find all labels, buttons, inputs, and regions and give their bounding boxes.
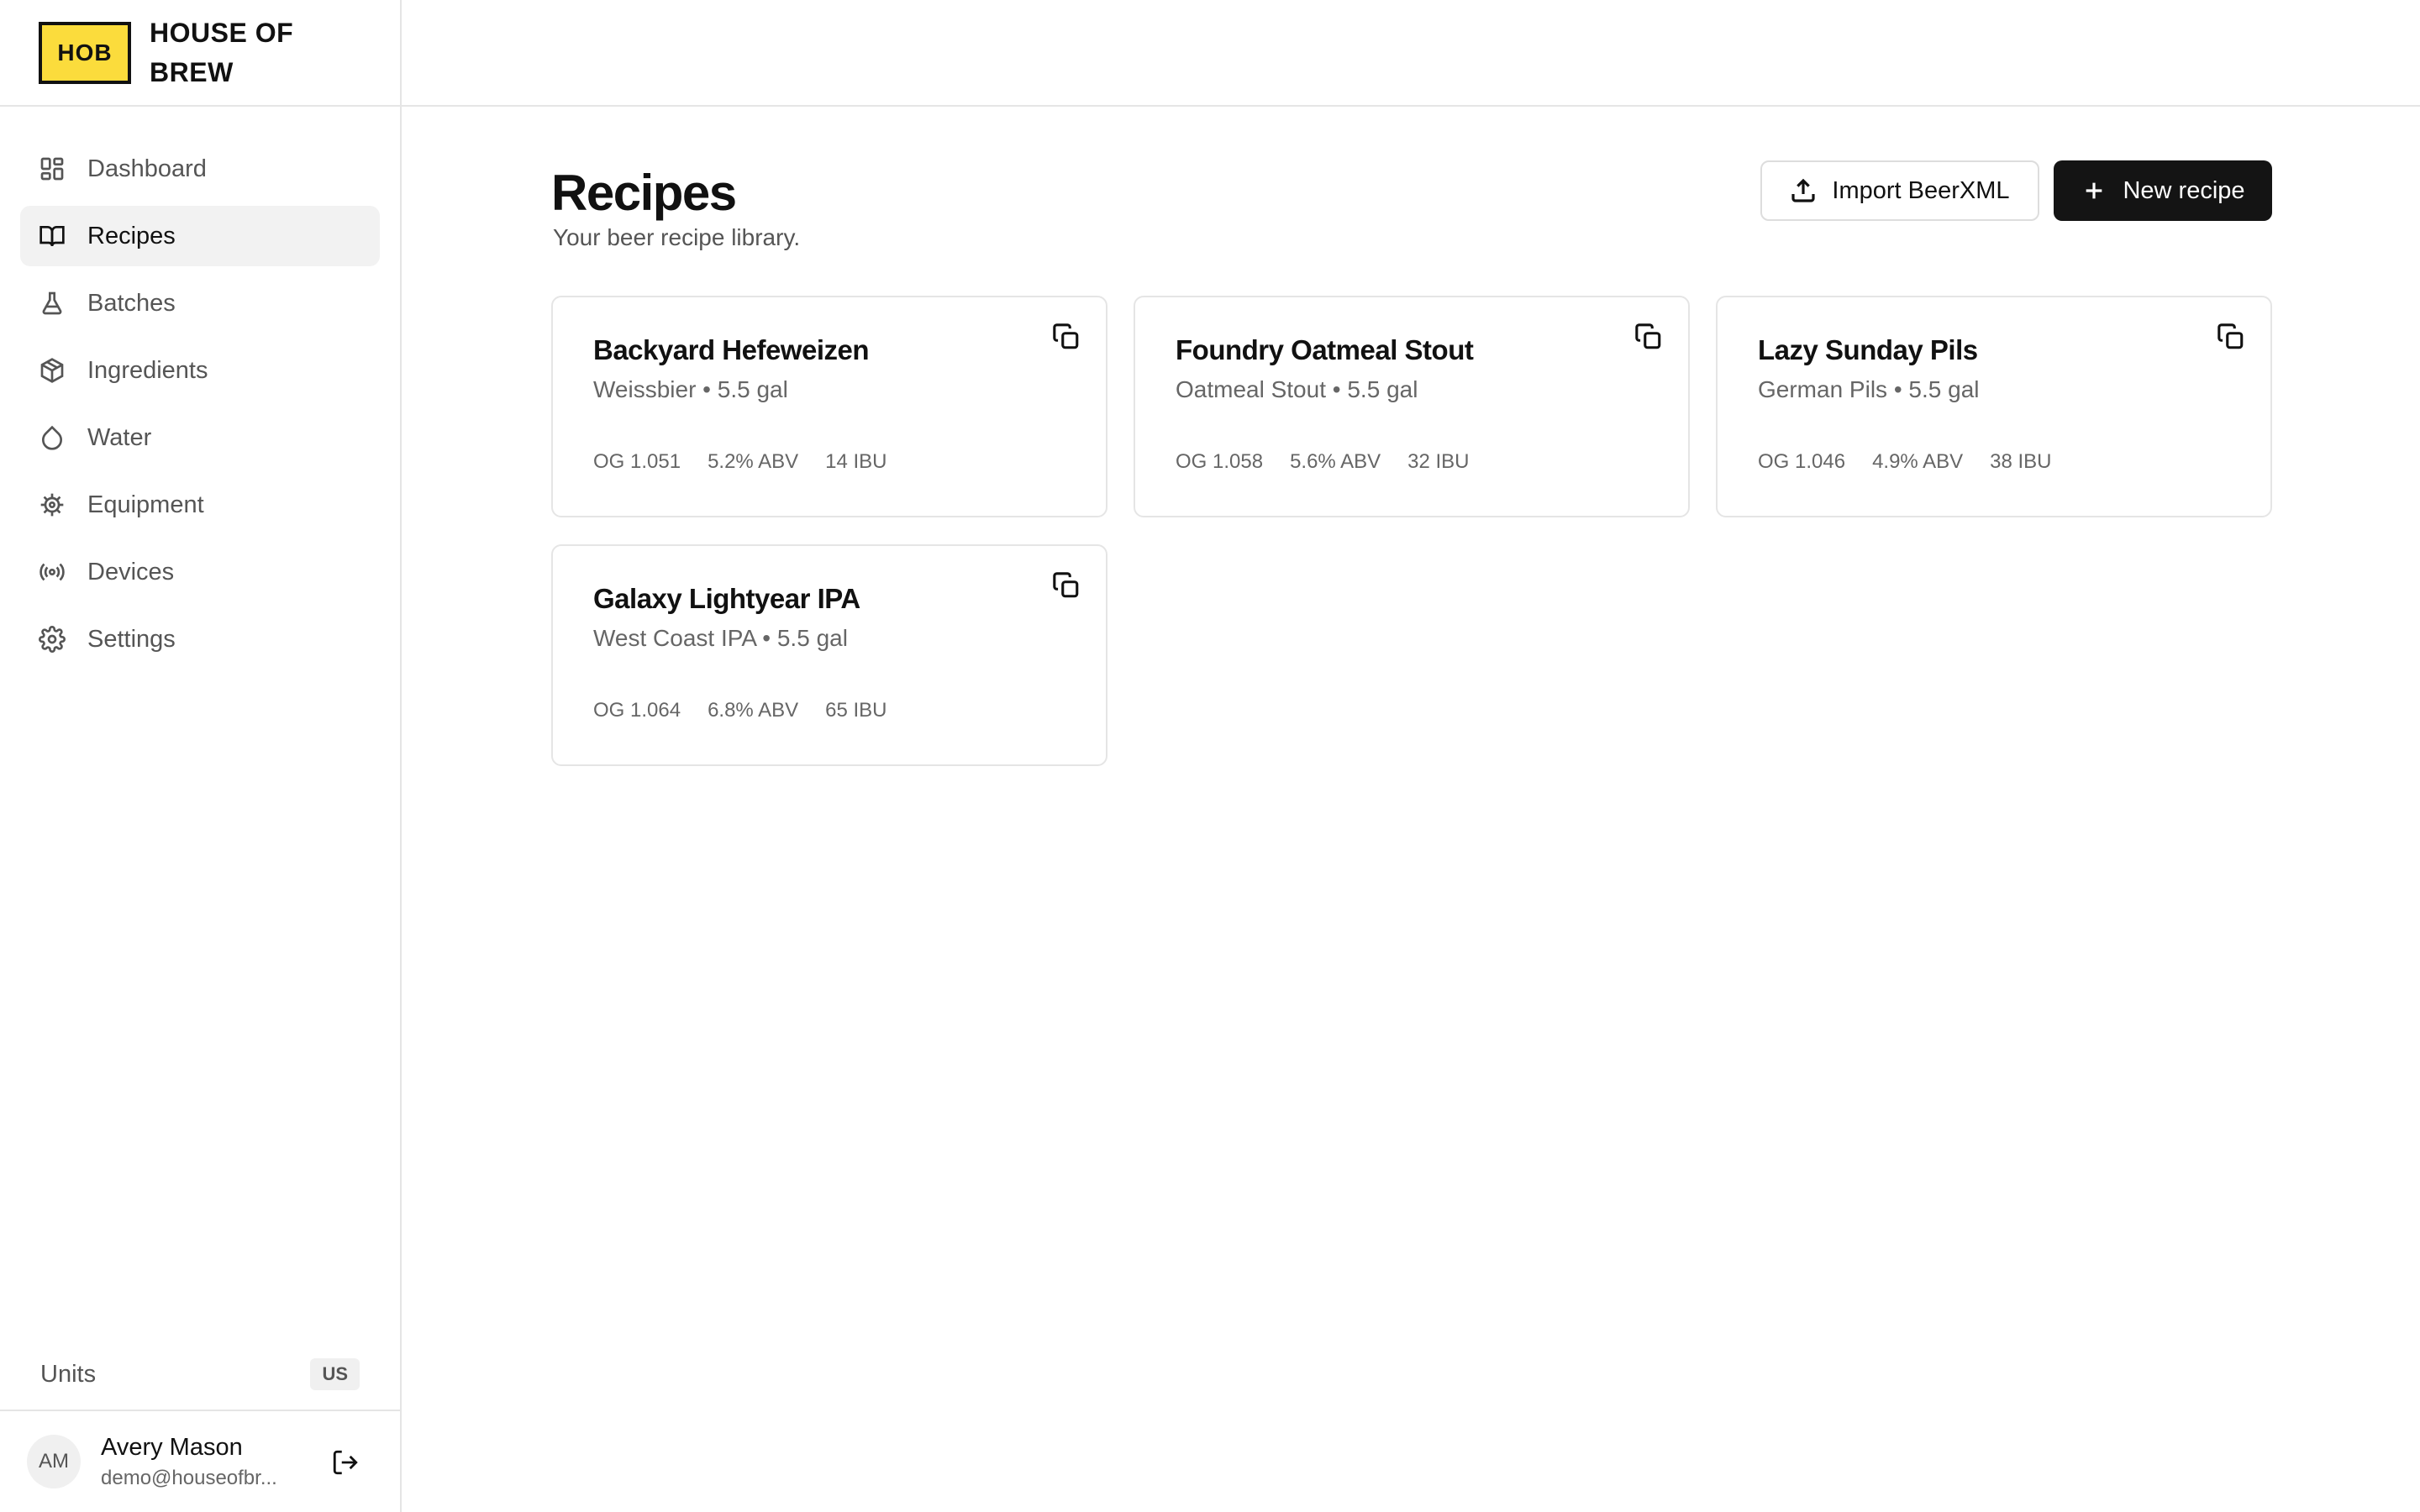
- sidebar-item-batches[interactable]: Batches: [20, 273, 380, 333]
- sidebar-item-label: Equipment: [87, 491, 204, 518]
- sidebar: HOB HOUSE OF BREW Dashboard Recipes Batc…: [0, 0, 402, 1512]
- recipe-title: Galaxy Lightyear IPA: [593, 583, 860, 614]
- cog-icon: [39, 491, 66, 518]
- recipe-abv: 5.2% ABV: [708, 450, 799, 473]
- brand-name: HOUSE OF BREW: [150, 17, 294, 87]
- sidebar-item-label: Water: [87, 423, 152, 451]
- sidebar-item-recipes[interactable]: Recipes: [20, 206, 380, 266]
- recipe-stats: OG 1.058 5.6% ABV 32 IBU: [1176, 450, 1497, 474]
- recipe-card[interactable]: Backyard Hefeweizen Weissbier • 5.5 gal …: [551, 296, 1107, 517]
- top-bar: [402, 0, 2420, 107]
- recipe-title: Foundry Oatmeal Stout: [1176, 334, 1474, 365]
- user-name: Avery Mason: [101, 1433, 243, 1461]
- logo[interactable]: HOB: [39, 21, 131, 84]
- recipe-og: OG 1.051: [593, 450, 681, 473]
- recipe-ibu: 14 IBU: [825, 450, 887, 473]
- sidebar-item-label: Batches: [87, 289, 176, 317]
- recipe-style: West Coast IPA: [593, 625, 756, 651]
- recipe-subtitle: German Pils • 5.5 gal: [1758, 376, 1980, 402]
- recipe-subtitle: Weissbier • 5.5 gal: [593, 376, 788, 402]
- sidebar-item-water[interactable]: Water: [20, 407, 380, 468]
- plus-icon: [2086, 182, 2102, 199]
- droplet-icon: [39, 424, 66, 451]
- recipe-abv: 4.9% ABV: [1872, 450, 1964, 473]
- recipe-stats: OG 1.046 4.9% ABV 38 IBU: [1758, 450, 2079, 474]
- copy-icon[interactable]: [1052, 571, 1081, 600]
- user-info: Avery Mason demo@houseofbr...: [101, 1434, 302, 1490]
- recipe-card[interactable]: Galaxy Lightyear IPA West Coast IPA • 5.…: [551, 544, 1107, 766]
- brand-header: HOB HOUSE OF BREW: [0, 0, 400, 107]
- recipe-ibu: 65 IBU: [825, 699, 887, 722]
- recipe-ibu: 32 IBU: [1407, 450, 1470, 473]
- sidebar-item-label: Settings: [87, 625, 176, 653]
- recipe-volume: 5.5 gal: [1347, 376, 1418, 402]
- recipe-style: German Pils: [1758, 376, 1888, 402]
- units-label: Units: [40, 1360, 97, 1388]
- recipe-style: Oatmeal Stout: [1176, 376, 1326, 402]
- sidebar-item-label: Ingredients: [87, 356, 208, 384]
- sidebar-item-devices[interactable]: Devices: [20, 542, 380, 602]
- recipe-title: Lazy Sunday Pils: [1758, 334, 1978, 365]
- logout-icon[interactable]: [331, 1448, 360, 1477]
- recipe-abv: 5.6% ABV: [1290, 450, 1381, 473]
- sidebar-item-equipment[interactable]: Equipment: [20, 475, 380, 535]
- sidebar-item-label: Devices: [87, 558, 175, 585]
- import-beerxml-button[interactable]: Import BeerXML: [1760, 160, 2039, 221]
- copy-icon[interactable]: [1634, 323, 1663, 351]
- new-recipe-button[interactable]: New recipe: [2054, 160, 2272, 221]
- settings-icon: [39, 626, 66, 653]
- sidebar-item-ingredients[interactable]: Ingredients: [20, 340, 380, 401]
- upload-icon: [1791, 178, 1816, 202]
- import-button-label: Import BeerXML: [1832, 176, 2010, 204]
- recipe-card[interactable]: Lazy Sunday Pils German Pils • 5.5 gal O…: [1716, 296, 2272, 517]
- recipe-style: Weissbier: [593, 376, 697, 402]
- recipe-stats: OG 1.064 6.8% ABV 65 IBU: [593, 699, 914, 722]
- units-badge[interactable]: US: [310, 1358, 360, 1390]
- recipe-og: OG 1.058: [1176, 450, 1264, 473]
- recipe-volume: 5.5 gal: [776, 625, 848, 651]
- recipe-card[interactable]: Foundry Oatmeal Stout Oatmeal Stout • 5.…: [1134, 296, 1690, 517]
- new-recipe-button-label: New recipe: [2123, 176, 2245, 204]
- recipe-abv: 6.8% ABV: [708, 699, 799, 722]
- dashboard-icon: [39, 155, 66, 182]
- book-icon: [39, 223, 66, 249]
- sidebar-item-settings[interactable]: Settings: [20, 609, 380, 669]
- sidebar-item-label: Recipes: [87, 222, 176, 249]
- recipe-volume: 5.5 gal: [1908, 376, 1980, 402]
- radio-icon: [39, 559, 66, 585]
- recipe-stats: OG 1.051 5.2% ABV 14 IBU: [593, 450, 914, 474]
- copy-icon[interactable]: [1052, 323, 1081, 351]
- units-toggle[interactable]: Units US: [0, 1339, 400, 1411]
- user-email: demo@houseofbr...: [101, 1466, 277, 1489]
- recipe-volume: 5.5 gal: [717, 376, 788, 402]
- sidebar-nav: Dashboard Recipes Batches Ingredients Wa…: [0, 107, 400, 669]
- user-profile: AM Avery Mason demo@houseofbr...: [0, 1411, 400, 1512]
- recipe-subtitle: West Coast IPA • 5.5 gal: [593, 625, 848, 651]
- avatar[interactable]: AM: [27, 1435, 81, 1488]
- recipe-title: Backyard Hefeweizen: [593, 334, 870, 365]
- flask-icon: [39, 290, 66, 317]
- page-subtitle: Your beer recipe library.: [553, 224, 801, 250]
- sidebar-item-dashboard[interactable]: Dashboard: [20, 139, 380, 199]
- recipe-og: OG 1.046: [1758, 450, 1846, 473]
- sidebar-item-label: Dashboard: [87, 155, 207, 182]
- recipe-ibu: 38 IBU: [1990, 450, 2052, 473]
- recipe-subtitle: Oatmeal Stout • 5.5 gal: [1176, 376, 1418, 402]
- page-title: Recipes: [551, 165, 737, 221]
- recipe-og: OG 1.064: [593, 699, 681, 722]
- copy-icon[interactable]: [2217, 323, 2245, 351]
- package-icon: [39, 357, 66, 384]
